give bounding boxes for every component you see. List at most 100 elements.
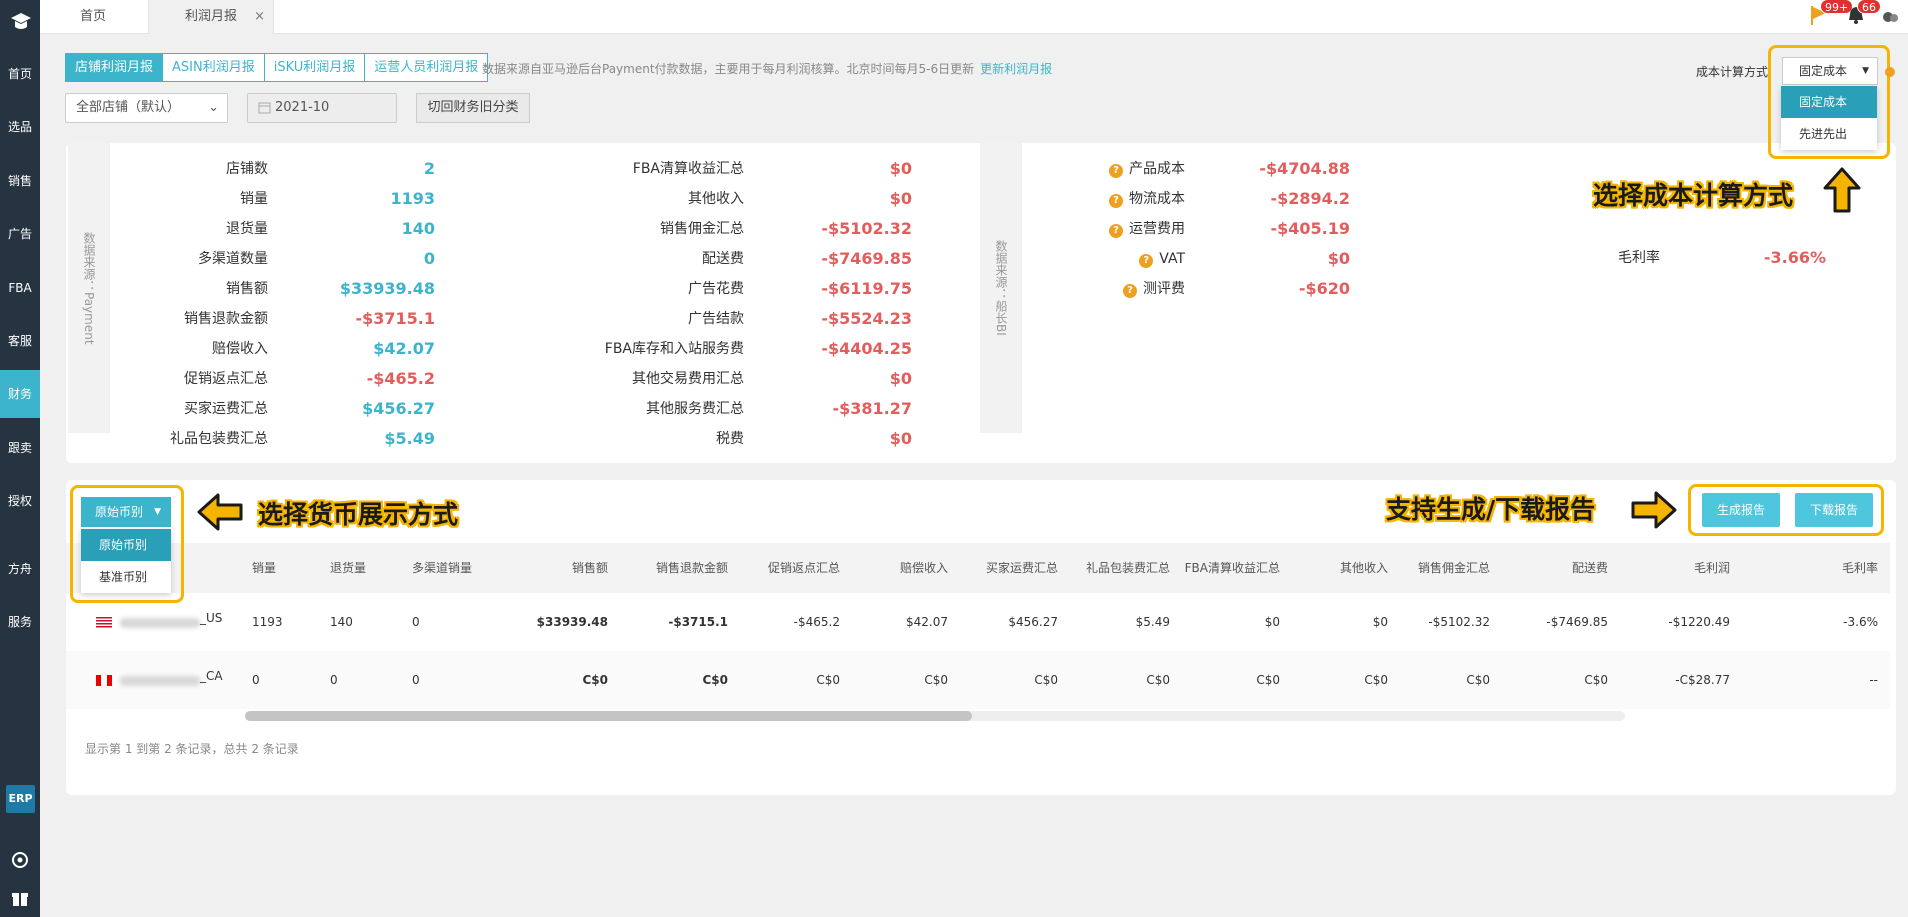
summary-value: $0 (889, 369, 912, 388)
help-icon[interactable]: ? (1109, 164, 1123, 178)
column-header[interactable]: FBA清算收益汇总 (1170, 543, 1280, 593)
store-suffix: _CA (200, 669, 223, 683)
summary-row: 其他服务费汇总 (540, 398, 744, 420)
bell-badge: 66 (1857, 0, 1881, 14)
summary-value: $0 (889, 189, 912, 208)
summary-value: -$4704.88 (1259, 159, 1350, 178)
support-icon[interactable] (10, 850, 30, 870)
help-icon[interactable]: ? (1109, 194, 1123, 208)
sidebar-item[interactable]: 跟卖 (0, 424, 40, 472)
column-header[interactable]: 其他收入 (1278, 543, 1388, 593)
summary-key-text: 店铺数 (226, 161, 268, 177)
sidebar-item[interactable]: 首页 (0, 50, 40, 98)
summary-row: 销售额 (120, 278, 268, 300)
summary-key: 毛利率 (1618, 250, 1660, 266)
sidebar-item[interactable]: 销售 (0, 157, 40, 205)
summary-key-text: 广告花费 (688, 281, 744, 297)
report-tabs: 店铺利润月报 ASIN利润月报 iSKU利润月报 运营人员利润月报 (65, 53, 489, 82)
switch-old-category-button[interactable]: 切回财务旧分类 (416, 93, 530, 123)
table-cell: $456.27 (1008, 615, 1058, 629)
month-picker[interactable]: 2021-10 (247, 93, 397, 123)
close-icon[interactable]: × (254, 0, 265, 34)
scrollbar-thumb[interactable] (245, 711, 972, 721)
summary-key: 销售额 (226, 278, 268, 300)
table-cell: C$0 (1364, 673, 1388, 687)
horizontal-scrollbar[interactable] (245, 711, 1625, 721)
tab-home[interactable]: 首页 (40, 0, 146, 34)
summary-key: 销量 (240, 188, 268, 210)
store-name-blurred (120, 675, 200, 686)
summary-row: FBA清算收益汇总 (540, 158, 744, 180)
column-header[interactable]: 销售额 (498, 543, 608, 593)
column-header[interactable]: 促销返点汇总 (730, 543, 840, 593)
summary-key-text: 买家运费汇总 (184, 401, 268, 417)
column-header[interactable]: 毛利润 (1620, 543, 1730, 593)
help-icon[interactable]: ? (1109, 224, 1123, 238)
sidebar-item[interactable]: 财务 (0, 370, 40, 418)
summary-key: ? VAT (1139, 248, 1185, 270)
table-row[interactable]: _US 1193 140 0 $33939.48 -$3715.1 -$465.2 $42.0… (66, 593, 1890, 651)
summary-row: 配送费 (540, 248, 744, 270)
summary-key: ? 物流成本 (1109, 188, 1185, 210)
tab-profit-monthly[interactable]: 利润月报 × (148, 0, 274, 34)
summary-key: 广告结款 (688, 308, 744, 330)
gross-margin-row: 毛利率 (1560, 247, 1660, 269)
summary-value: 140 (401, 219, 435, 238)
table-row[interactable]: _CA 0 0 0 C$0 C$0 C$0 C$0 C$0 C$0 C$0 C$0 C$0 C$0 -C$2… (66, 651, 1890, 709)
tab-store-profit[interactable]: 店铺利润月报 (65, 53, 164, 82)
arrow-right-icon (1631, 491, 1677, 529)
summary-key-text: FBA库存和入站服务费 (604, 341, 744, 357)
column-header[interactable]: 销售退款金额 (618, 543, 728, 593)
calendar-icon (258, 102, 271, 114)
column-header[interactable]: 礼品包装费汇总 (1060, 543, 1170, 593)
summary-value: -$620 (1298, 279, 1350, 298)
tab-operator-profit[interactable]: 运营人员利润月报 (364, 53, 489, 82)
help-icon[interactable]: ? (1123, 284, 1137, 298)
arrow-left-icon (197, 493, 243, 531)
update-report-link[interactable]: 更新利润月报 (980, 62, 1052, 76)
summary-key-text: 销售佣金汇总 (660, 221, 744, 237)
sidebar-item[interactable]: FBA (0, 264, 40, 312)
summary-key-text: 销售退款金额 (184, 311, 268, 327)
help-icon[interactable]: ? (1139, 254, 1154, 268)
summary-row: 税费 (540, 428, 744, 450)
column-header[interactable]: 配送费 (1498, 543, 1608, 593)
sidebar-item[interactable]: 服务 (0, 598, 40, 646)
summary-key-text: 销售额 (226, 281, 268, 297)
table-cell: C$0 (1256, 673, 1280, 687)
sidebar-item[interactable]: 客服 (0, 317, 40, 365)
data-source-payment-label: 数据来源：Payment (68, 143, 110, 433)
summary-row: ? 产品成本 (1085, 158, 1185, 180)
sidebar: 首页选品销售广告 FBA 客服财务跟卖授权方舟服务 ERP (0, 0, 40, 917)
summary-key: 多渠道数量 (198, 248, 268, 270)
table-cell: -$5102.32 (1428, 615, 1490, 629)
sidebar-item[interactable]: 授权 (0, 477, 40, 525)
sidebar-item[interactable]: 选品 (0, 103, 40, 151)
summary-key: 其他服务费汇总 (646, 398, 744, 420)
column-header[interactable]: 赔偿收入 (838, 543, 948, 593)
annotation-currency: 选择货币展示方式 (258, 500, 459, 529)
tab-asin-profit[interactable]: ASIN利润月报 (162, 53, 265, 82)
summary-key: 其他收入 (688, 188, 744, 210)
report-callout-frame (1688, 484, 1884, 536)
summary-row: 店铺数 (120, 158, 268, 180)
avatar-icon[interactable] (1880, 8, 1900, 26)
sidebar-item[interactable]: 广告 (0, 210, 40, 258)
erp-badge[interactable]: ERP (6, 785, 35, 813)
summary-row: 多渠道数量 (120, 248, 268, 270)
sidebar-item[interactable]: 方舟 (0, 545, 40, 593)
column-header[interactable]: 毛利率 (1768, 543, 1878, 593)
store-name-blurred (120, 617, 200, 628)
tab-isku-profit[interactable]: iSKU利润月报 (263, 53, 366, 82)
summary-row: ? 物流成本 (1085, 188, 1185, 210)
summary-key: ? 测评费 (1123, 278, 1185, 300)
table-cell: C$0 (1146, 673, 1170, 687)
column-header[interactable]: 销售佣金汇总 (1380, 543, 1490, 593)
top-bar (40, 0, 1908, 34)
summary-key: 退货量 (226, 218, 268, 240)
store-select[interactable]: 全部店铺（默认） ⌄ (65, 93, 228, 123)
summary-value: -$4404.25 (821, 339, 912, 358)
gift-icon[interactable] (10, 888, 30, 908)
store-select-value: 全部店铺（默认） (76, 100, 181, 115)
column-header[interactable]: 买家运费汇总 (948, 543, 1058, 593)
